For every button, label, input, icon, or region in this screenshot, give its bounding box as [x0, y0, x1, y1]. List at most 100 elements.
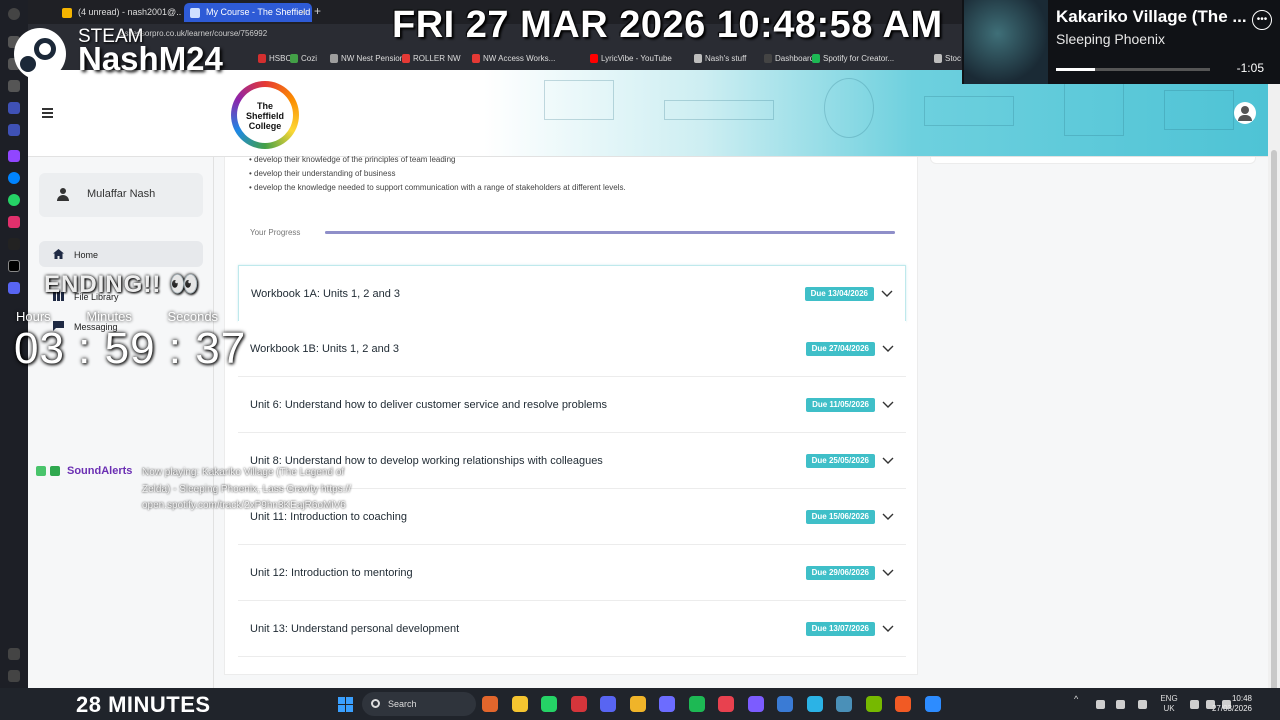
bookmark-item[interactable]: NW Access Works... — [472, 54, 555, 63]
home-icon — [53, 249, 64, 259]
tab-label: (4 unread) - nash2001@... — [78, 7, 182, 17]
bookmark-label: Cozi — [301, 54, 318, 63]
language-indicator[interactable]: ENG UK — [1158, 694, 1180, 714]
start-button[interactable] — [338, 697, 353, 712]
brave-icon[interactable] — [895, 696, 911, 712]
x-icon[interactable] — [8, 260, 20, 272]
bookmark-item[interactable]: Spotify for Creator... — [812, 54, 894, 63]
chevron-down-icon[interactable] — [882, 567, 894, 577]
college-logo[interactable]: The Sheffield College — [231, 81, 299, 149]
whatsapp-icon[interactable] — [8, 194, 20, 206]
chevron-down-icon[interactable] — [882, 455, 894, 465]
spotify-icon[interactable] — [688, 696, 705, 712]
tray-app-icon[interactable] — [1096, 700, 1105, 709]
soundalerts-now-playing: Now playing: Kakariko Village (The Legen… — [142, 467, 351, 511]
page-scrollbar[interactable] — [1268, 70, 1280, 720]
wifi-icon[interactable] — [1190, 700, 1199, 709]
unit-row[interactable]: Unit 12: Introduction to mentoring Due 29… — [238, 545, 906, 601]
widgets-icon[interactable] — [482, 696, 498, 712]
bookmark-item[interactable]: HSBC — [258, 54, 291, 63]
soundalerts-icon — [50, 466, 60, 476]
instagram-icon[interactable] — [8, 216, 20, 228]
taskbar-search[interactable]: Search — [362, 692, 476, 716]
bookmark-label: Spotify for Creator... — [823, 54, 895, 63]
tab-mail[interactable]: (4 unread) - nash2001@... — [56, 3, 182, 22]
app-icon[interactable] — [718, 696, 734, 712]
app-icon[interactable] — [8, 648, 20, 660]
ellipsis-icon: ••• — [1252, 10, 1272, 30]
bookmark-icon — [812, 54, 820, 63]
minutes-banner: 28 MINUTES — [76, 692, 211, 717]
unit-title: Unit 13: Understand personal development — [250, 623, 460, 635]
timer-label-minutes: Minutes — [86, 309, 132, 324]
taskbar-clock[interactable]: 10:48 27/03/2026 — [1212, 694, 1252, 714]
more-icon[interactable] — [8, 670, 20, 682]
bookmark-label: NW Access Works... — [483, 54, 556, 63]
bookmark-label: LyricVibe - YouTube — [601, 54, 672, 63]
discord-icon[interactable] — [600, 696, 616, 712]
clock-date: 27/03/2026 — [1211, 704, 1252, 713]
due-date-badge: Due 11/05/2026 — [806, 398, 875, 412]
bookmark-item[interactable]: LyricVibe - YouTube — [590, 54, 672, 63]
chevron-down-icon[interactable] — [882, 511, 894, 521]
bookmark-label: NW Nest Pension — [341, 54, 405, 63]
bookmark-item[interactable]: NW Nest Pension — [330, 54, 404, 63]
track-progress-bar — [1056, 68, 1210, 71]
menu-icon[interactable] — [42, 108, 53, 120]
outcome-item: • develop their understanding of busines… — [249, 169, 396, 178]
unit-row[interactable]: Unit 6: Understand how to deliver custom… — [238, 377, 906, 433]
due-date-badge: Due 13/07/2026 — [805, 622, 875, 636]
track-title: Kakariko Village (The ... — [1056, 7, 1247, 26]
unit-row[interactable]: Workbook 1A: Units 1, 2 and 3 Due 13/04/2… — [238, 265, 906, 322]
tiktok-icon[interactable] — [8, 238, 20, 250]
chevron-down-icon[interactable] — [881, 288, 893, 298]
twitch-icon[interactable] — [8, 150, 20, 162]
app-icon[interactable] — [8, 102, 20, 114]
new-tab-button[interactable]: + — [314, 4, 321, 18]
unit-row[interactable]: Unit 13: Understand personal development… — [238, 601, 906, 657]
terminal-icon[interactable] — [836, 696, 852, 712]
outcome-item: • develop the knowledge needed to suppor… — [249, 183, 626, 192]
soundalerts-label: SoundAlerts — [67, 465, 133, 477]
chevron-down-icon[interactable] — [882, 623, 894, 633]
chevron-down-icon[interactable] — [882, 343, 894, 353]
tab-my-course[interactable]: My Course - The Sheffield × — [184, 3, 312, 22]
sidebar-item-home[interactable]: Home — [39, 241, 203, 267]
ai-icon[interactable] — [747, 696, 764, 712]
clock-time: 10:48 — [1231, 694, 1252, 703]
app-icon[interactable] — [8, 124, 20, 136]
bookmark-item[interactable]: Stoc — [934, 54, 961, 63]
close-icon[interactable]: × — [301, 3, 306, 22]
discord-icon[interactable] — [8, 282, 20, 294]
account-icon[interactable] — [1234, 102, 1256, 124]
app-icon[interactable] — [8, 8, 20, 20]
chevron-down-icon[interactable] — [882, 399, 894, 409]
whatsapp-icon[interactable] — [541, 696, 557, 712]
user-name: Mulaffar Nash — [87, 188, 156, 200]
bookmark-item[interactable]: Cozi — [290, 54, 317, 63]
chevron-up-icon[interactable]: ^ — [1074, 694, 1083, 704]
bookmark-label: HSBC — [269, 54, 292, 63]
edge-icon[interactable] — [806, 696, 823, 712]
bookmark-item[interactable]: Nash's stuff — [694, 54, 746, 63]
user-card[interactable]: Mulaffar Nash — [39, 173, 203, 217]
zoom-icon[interactable] — [924, 696, 941, 712]
taskbar: 28 MINUTES Search ^ ENG UK 10:48 27/03/2… — [0, 688, 1280, 720]
unit-row[interactable]: Workbook 1B: Units 1, 2 and 3 Due 27/04/2… — [238, 321, 906, 377]
unit-title: Unit 6: Understand how to deliver custom… — [250, 399, 608, 411]
microphone-icon[interactable] — [1138, 700, 1147, 709]
bookmark-item[interactable]: ROLLER NW — [402, 54, 461, 63]
tab-strip-icon[interactable] — [34, 3, 50, 22]
tray-app-icon[interactable] — [1116, 700, 1125, 709]
nvidia-icon[interactable] — [865, 696, 882, 712]
album-art — [964, 0, 1048, 84]
store-icon[interactable] — [777, 696, 793, 712]
messenger-icon[interactable] — [8, 172, 20, 184]
trophy-icon[interactable] — [629, 696, 646, 712]
app-icon[interactable] — [8, 80, 20, 92]
scrollbar-thumb[interactable] — [1271, 150, 1277, 720]
opera-icon[interactable] — [570, 696, 587, 712]
calculator-icon[interactable] — [659, 696, 675, 712]
file-explorer-icon[interactable] — [511, 696, 528, 712]
bookmark-item[interactable]: Dashboard — [764, 54, 814, 63]
